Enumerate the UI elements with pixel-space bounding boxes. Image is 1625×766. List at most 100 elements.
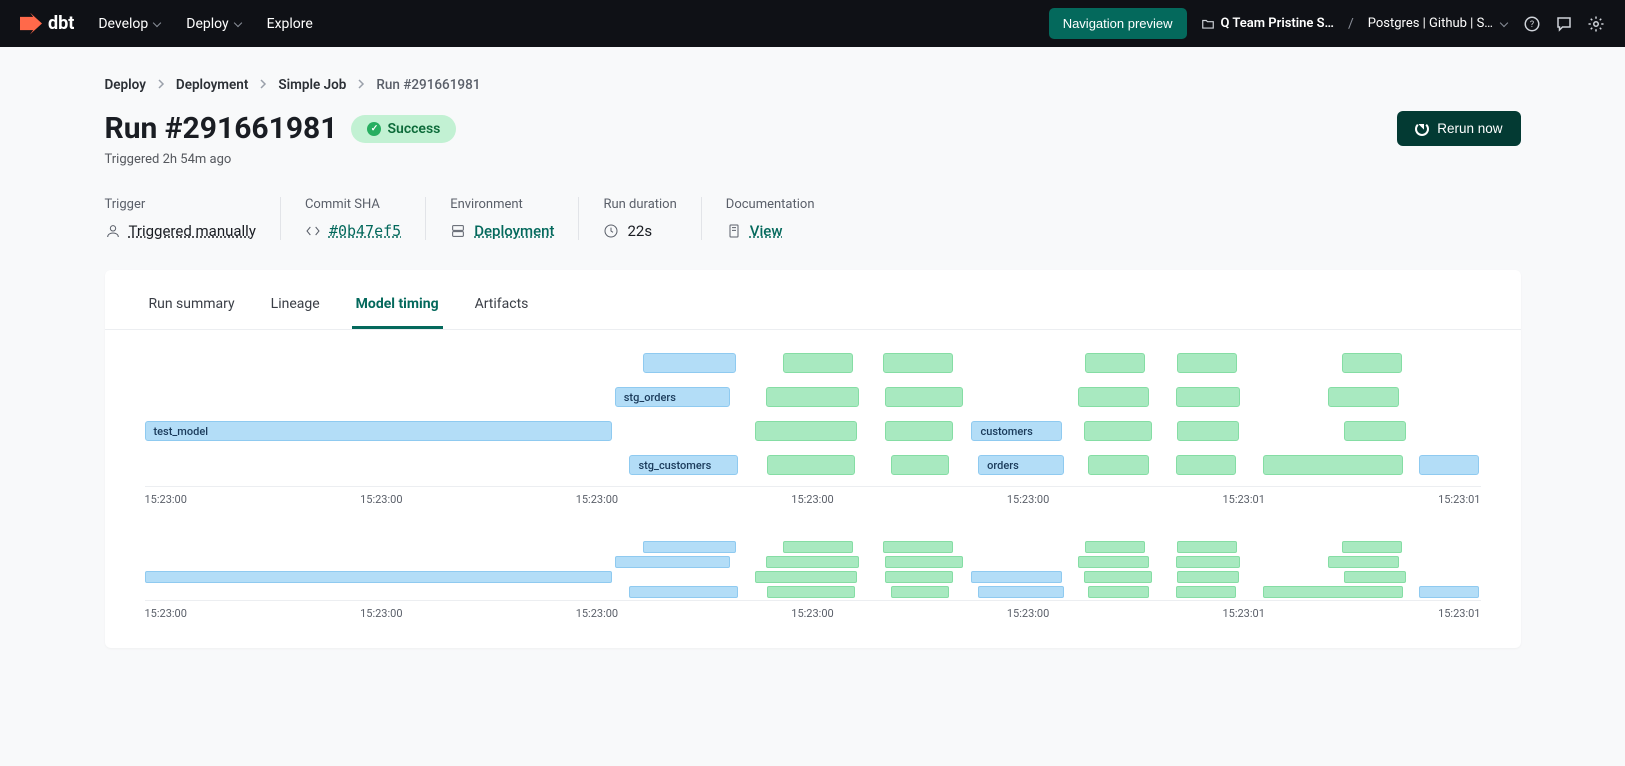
server-icon (450, 223, 466, 239)
gantt-bar[interactable] (783, 353, 852, 373)
gantt-bar-customers[interactable]: customers (971, 421, 1062, 441)
navbar: dbt Develop Deploy Explore Navigation pr… (0, 0, 1625, 47)
gantt-bar[interactable] (1088, 455, 1149, 475)
gantt-bar[interactable] (1078, 387, 1149, 407)
meta-env-value[interactable]: Deployment (474, 222, 554, 240)
meta-trigger-label: Trigger (105, 197, 256, 212)
gantt-track (145, 346, 1481, 380)
gantt-bar[interactable] (766, 387, 860, 407)
gantt-bar-test_model[interactable]: test_model (145, 421, 613, 441)
chat-icon[interactable] (1555, 15, 1573, 33)
nav-develop[interactable]: Develop (98, 16, 162, 32)
mini-bar (1176, 586, 1236, 598)
env-selector[interactable]: Postgres | Github | S… (1368, 16, 1509, 31)
axis-tick: 15:23:00 (360, 607, 402, 620)
gantt-bar[interactable] (1177, 421, 1238, 441)
axis-tick: 15:23:00 (360, 493, 402, 506)
user-icon (105, 223, 121, 239)
mini-bar (1088, 586, 1149, 598)
axis-tick: 15:23:00 (576, 493, 618, 506)
navigation-preview-button[interactable]: Navigation preview (1049, 8, 1187, 39)
meta-commit-label: Commit SHA (305, 197, 401, 212)
gantt-bar-stg_customers[interactable]: stg_customers (629, 455, 737, 475)
gantt-track: stg_customers orders (145, 448, 1481, 482)
gantt-bar[interactable] (885, 387, 964, 407)
axis-tick: 15:23:01 (1438, 607, 1480, 620)
rerun-button[interactable]: Rerun now (1397, 111, 1520, 146)
nav-deploy[interactable]: Deploy (186, 16, 242, 32)
tab-artifacts[interactable]: Artifacts (471, 288, 533, 329)
mini-bar (1078, 556, 1149, 568)
axis-tick: 15:23:00 (1007, 493, 1049, 506)
mini-bar (1177, 541, 1237, 553)
meta-commit-value[interactable]: #0b47ef5 (329, 222, 401, 240)
gantt-bar-orders[interactable]: orders (978, 455, 1064, 475)
help-icon[interactable]: ? (1523, 15, 1541, 33)
crumb-deploy[interactable]: Deploy (105, 77, 146, 93)
mini-gantt[interactable]: 15:23:0015:23:0015:23:0015:23:0015:23:00… (145, 540, 1481, 620)
gantt-bar[interactable] (1419, 455, 1479, 475)
check-icon: ✓ (367, 122, 381, 136)
crumb-job[interactable]: Simple Job (278, 77, 346, 93)
gantt-bar[interactable] (1176, 387, 1240, 407)
crumb-current: Run #291661981 (376, 77, 480, 93)
clock-icon (603, 223, 619, 239)
gantt-bar-stg_orders[interactable]: stg_orders (615, 387, 730, 407)
mini-bar (615, 556, 730, 568)
nav-explore-label: Explore (267, 16, 313, 32)
nav-deploy-label: Deploy (186, 16, 228, 32)
gantt-bar[interactable] (1177, 353, 1237, 373)
tab-lineage[interactable]: Lineage (267, 288, 324, 329)
meta-duration-value: 22s (627, 222, 652, 240)
meta-trigger-value: Triggered manually (129, 222, 256, 240)
gantt-bar[interactable] (1342, 353, 1402, 373)
mini-bar (978, 586, 1064, 598)
gantt-bar[interactable] (1176, 455, 1236, 475)
gantt-bar[interactable] (885, 421, 953, 441)
mini-bar (783, 541, 852, 553)
folder-icon (1201, 17, 1215, 31)
main-gantt[interactable]: stg_orderstest_model customers stg_custome… (145, 346, 1481, 486)
chevron-right-icon (258, 77, 268, 93)
gantt-bar[interactable] (767, 455, 855, 475)
gantt-bar[interactable] (643, 353, 737, 373)
axis-tick: 15:23:01 (1222, 493, 1264, 506)
meta-trigger: Trigger Triggered manually (105, 197, 281, 240)
tab-model-timing[interactable]: Model timing (352, 288, 443, 329)
mini-bar (1176, 556, 1240, 568)
mini-track (145, 585, 1481, 600)
gantt-track: test_model customers (145, 414, 1481, 448)
meta-commit: Commit SHA #0b47ef5 (281, 197, 426, 240)
mini-bar (767, 586, 855, 598)
gantt-bar[interactable] (1084, 421, 1152, 441)
gantt-bar[interactable] (1085, 353, 1145, 373)
axis-tick: 15:23:00 (791, 493, 833, 506)
gantt-bar[interactable] (1328, 387, 1399, 407)
gantt-bar[interactable] (883, 353, 952, 373)
mini-track (145, 555, 1481, 570)
mini-bar (1084, 571, 1152, 583)
mini-bar (1419, 586, 1479, 598)
project-selector[interactable]: Q Team Pristine S… (1201, 16, 1334, 31)
axis-main: 15:23:0015:23:0015:23:0015:23:0015:23:00… (145, 486, 1481, 506)
axis-tick: 15:23:00 (1007, 607, 1049, 620)
crumb-deployment[interactable]: Deployment (176, 77, 248, 93)
mini-bar (971, 571, 1062, 583)
gear-icon[interactable] (1587, 15, 1605, 33)
meta-row: Trigger Triggered manually Commit SHA #0… (49, 167, 1577, 260)
axis-tick: 15:23:00 (145, 607, 187, 620)
gantt-bar[interactable] (755, 421, 857, 441)
tabs: Run summary Lineage Model timing Artifac… (105, 270, 1521, 330)
triggered-ago: Triggered 2h 54m ago (105, 152, 457, 167)
nav-develop-label: Develop (98, 16, 148, 32)
chevron-down-icon (1499, 19, 1509, 29)
logo[interactable]: dbt (20, 13, 74, 35)
tab-run-summary[interactable]: Run summary (145, 288, 239, 329)
gantt-bar[interactable] (891, 455, 948, 475)
nav-explore[interactable]: Explore (267, 16, 313, 32)
meta-docs-value[interactable]: View (750, 222, 783, 240)
gantt-bar[interactable] (1263, 455, 1403, 475)
meta-duration-label: Run duration (603, 197, 676, 212)
gantt-bar[interactable] (1344, 421, 1405, 441)
axis-tick: 15:23:00 (576, 607, 618, 620)
